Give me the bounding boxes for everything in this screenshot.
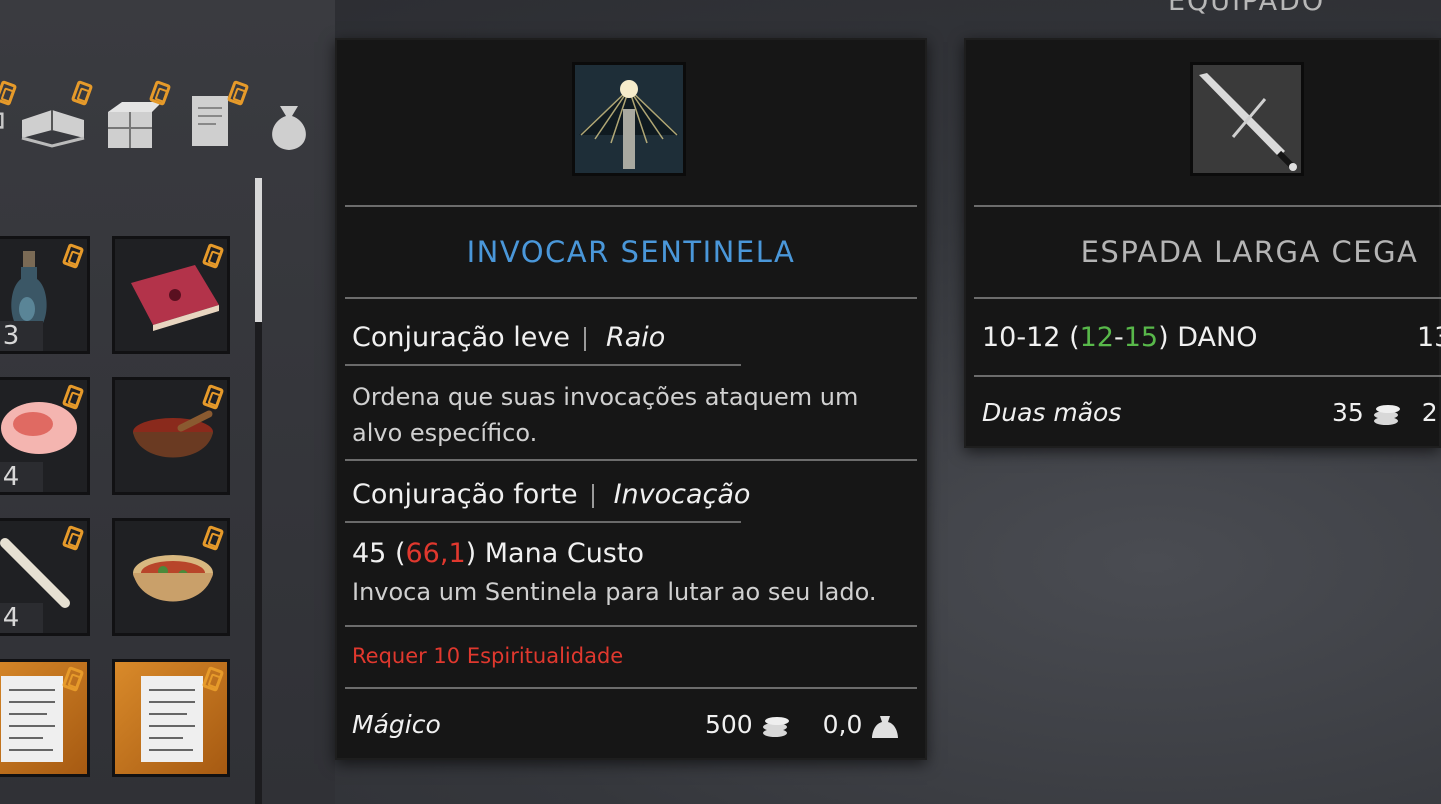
crate-icon: [108, 102, 160, 148]
new-item-badge-icon: [201, 383, 225, 411]
divider: [345, 687, 917, 689]
light-cast-row: Conjuração leve Raio: [352, 322, 665, 353]
underline-rule: [345, 364, 741, 366]
equipped-value: 35: [1332, 398, 1364, 427]
coin-stack-icon: [762, 717, 789, 737]
recipe-scroll-icon: [1, 676, 63, 762]
raw-meat-icon: [1, 402, 77, 454]
damage-label: DANO: [1177, 322, 1258, 353]
inventory-slot-meat[interactable]: 4: [0, 377, 90, 495]
equipped-item-title: ESPADA LARGA CEGA: [1080, 235, 1419, 269]
damage-low: 12: [1079, 322, 1114, 353]
mana-label: Mana Custo: [484, 538, 644, 569]
new-item-badge-icon: [70, 79, 94, 107]
spell-icon: [572, 62, 686, 176]
requirement-text: Requer 10 Espiritualidade: [352, 644, 624, 668]
handedness: Duas mãos: [982, 398, 1122, 427]
inventory-slot-bone[interactable]: 4: [0, 518, 90, 636]
red-tome-icon: [131, 265, 219, 331]
inventory-slot-spice[interactable]: [112, 377, 230, 495]
item-quantity: 4: [0, 603, 43, 633]
equipped-header: EQUIPADO: [1168, 0, 1326, 17]
paren-open: (: [1069, 322, 1080, 353]
divider: [974, 205, 1441, 207]
category-tab-books[interactable]: [18, 78, 94, 158]
recipe-scroll-icon: [141, 676, 203, 762]
light-cast-type: Raio: [605, 322, 666, 353]
coin-stack-icon: [1373, 405, 1400, 425]
item-value: 500: [705, 710, 753, 739]
sentinel-tower-icon: [575, 65, 683, 173]
new-item-badge-icon: [148, 79, 172, 107]
heavy-cast-type: Invocação: [613, 479, 751, 510]
underline-rule: [345, 521, 741, 523]
new-item-badge-icon: [61, 665, 85, 693]
divider: [345, 205, 917, 207]
light-cast-description: Ordena que suas invocações ataquem um al…: [352, 383, 859, 447]
item-quantity: 4: [0, 462, 43, 492]
spice-bowl-icon: [133, 410, 213, 458]
category-tab-documents[interactable]: [190, 78, 260, 158]
equipped-value-row: 35 2: [1332, 398, 1438, 427]
category-tab-misc[interactable]: [266, 78, 336, 158]
inventory-slot-tome[interactable]: [112, 236, 230, 354]
new-item-badge-icon: [61, 383, 85, 411]
divider: [345, 625, 917, 627]
scrollbar-thumb[interactable]: [255, 178, 262, 322]
equipped-item-icon: [1190, 62, 1304, 176]
damage-base: 10-12: [982, 322, 1061, 353]
equipped-weight: 2: [1421, 398, 1438, 427]
inventory-slot-stew[interactable]: [112, 518, 230, 636]
weight-icon: [872, 716, 899, 738]
inventory-slot-recipe[interactable]: [0, 659, 90, 777]
divider: [345, 297, 917, 299]
paren-close: ): [465, 538, 477, 569]
divider: [974, 375, 1441, 377]
heavy-cast-description: Invoca um Sentinela para lutar ao seu la…: [352, 578, 877, 606]
inventory-panel: ▭: [0, 0, 335, 804]
dash: -: [1113, 322, 1124, 353]
damage-row: 10-12 (12-15) DANO: [982, 322, 1257, 353]
heavy-cast-row: Conjuração forte Invocação: [352, 479, 750, 510]
mana-cost-row: 45 (66,1) Mana Custo: [352, 538, 644, 569]
item-weight: 0,0: [822, 710, 863, 739]
spell-title: INVOCAR SENTINELA: [466, 235, 796, 269]
inventory-slot-recipe[interactable]: [112, 659, 230, 777]
equipped-tooltip: ESPADA LARGA CEGA 10-12 (12-15) DANO 13 …: [964, 38, 1441, 448]
item-category: Mágico: [352, 710, 441, 739]
new-item-badge-icon: [0, 79, 18, 107]
light-cast-label: Conjuração leve: [352, 322, 570, 353]
category-tabs: ▭: [0, 78, 320, 158]
inventory-slot-potion[interactable]: 3: [0, 236, 90, 354]
damage-high: 15: [1123, 322, 1159, 353]
document-icon: [192, 96, 228, 146]
new-item-badge-icon: [226, 79, 250, 107]
mana-modified: 66,1: [405, 538, 466, 569]
category-tab-materials[interactable]: [104, 78, 174, 158]
open-book-icon: [21, 110, 85, 148]
new-item-badge-icon: [61, 524, 85, 552]
mana-base: 45: [352, 538, 387, 569]
spell-tooltip: INVOCAR SENTINELA Conjuração leve Raio Or…: [335, 38, 927, 760]
paren-open: (: [394, 538, 406, 569]
new-item-badge-icon: [201, 665, 225, 693]
new-item-badge-icon: [201, 524, 225, 552]
sack-icon: [272, 106, 306, 150]
paren-close: ): [1158, 322, 1169, 353]
value-row: 500 0,0: [705, 710, 900, 740]
heavy-cast-label: Conjuração forte: [352, 479, 578, 510]
item-quantity: 3: [0, 321, 43, 351]
stew-bowl-icon: [133, 555, 213, 602]
damage-compare: 13: [1417, 322, 1441, 353]
new-item-badge-icon: [61, 242, 85, 270]
divider: [974, 297, 1441, 299]
longsword-icon: [1193, 65, 1301, 173]
inventory-scrollbar[interactable]: [255, 178, 262, 804]
divider: [345, 459, 917, 461]
